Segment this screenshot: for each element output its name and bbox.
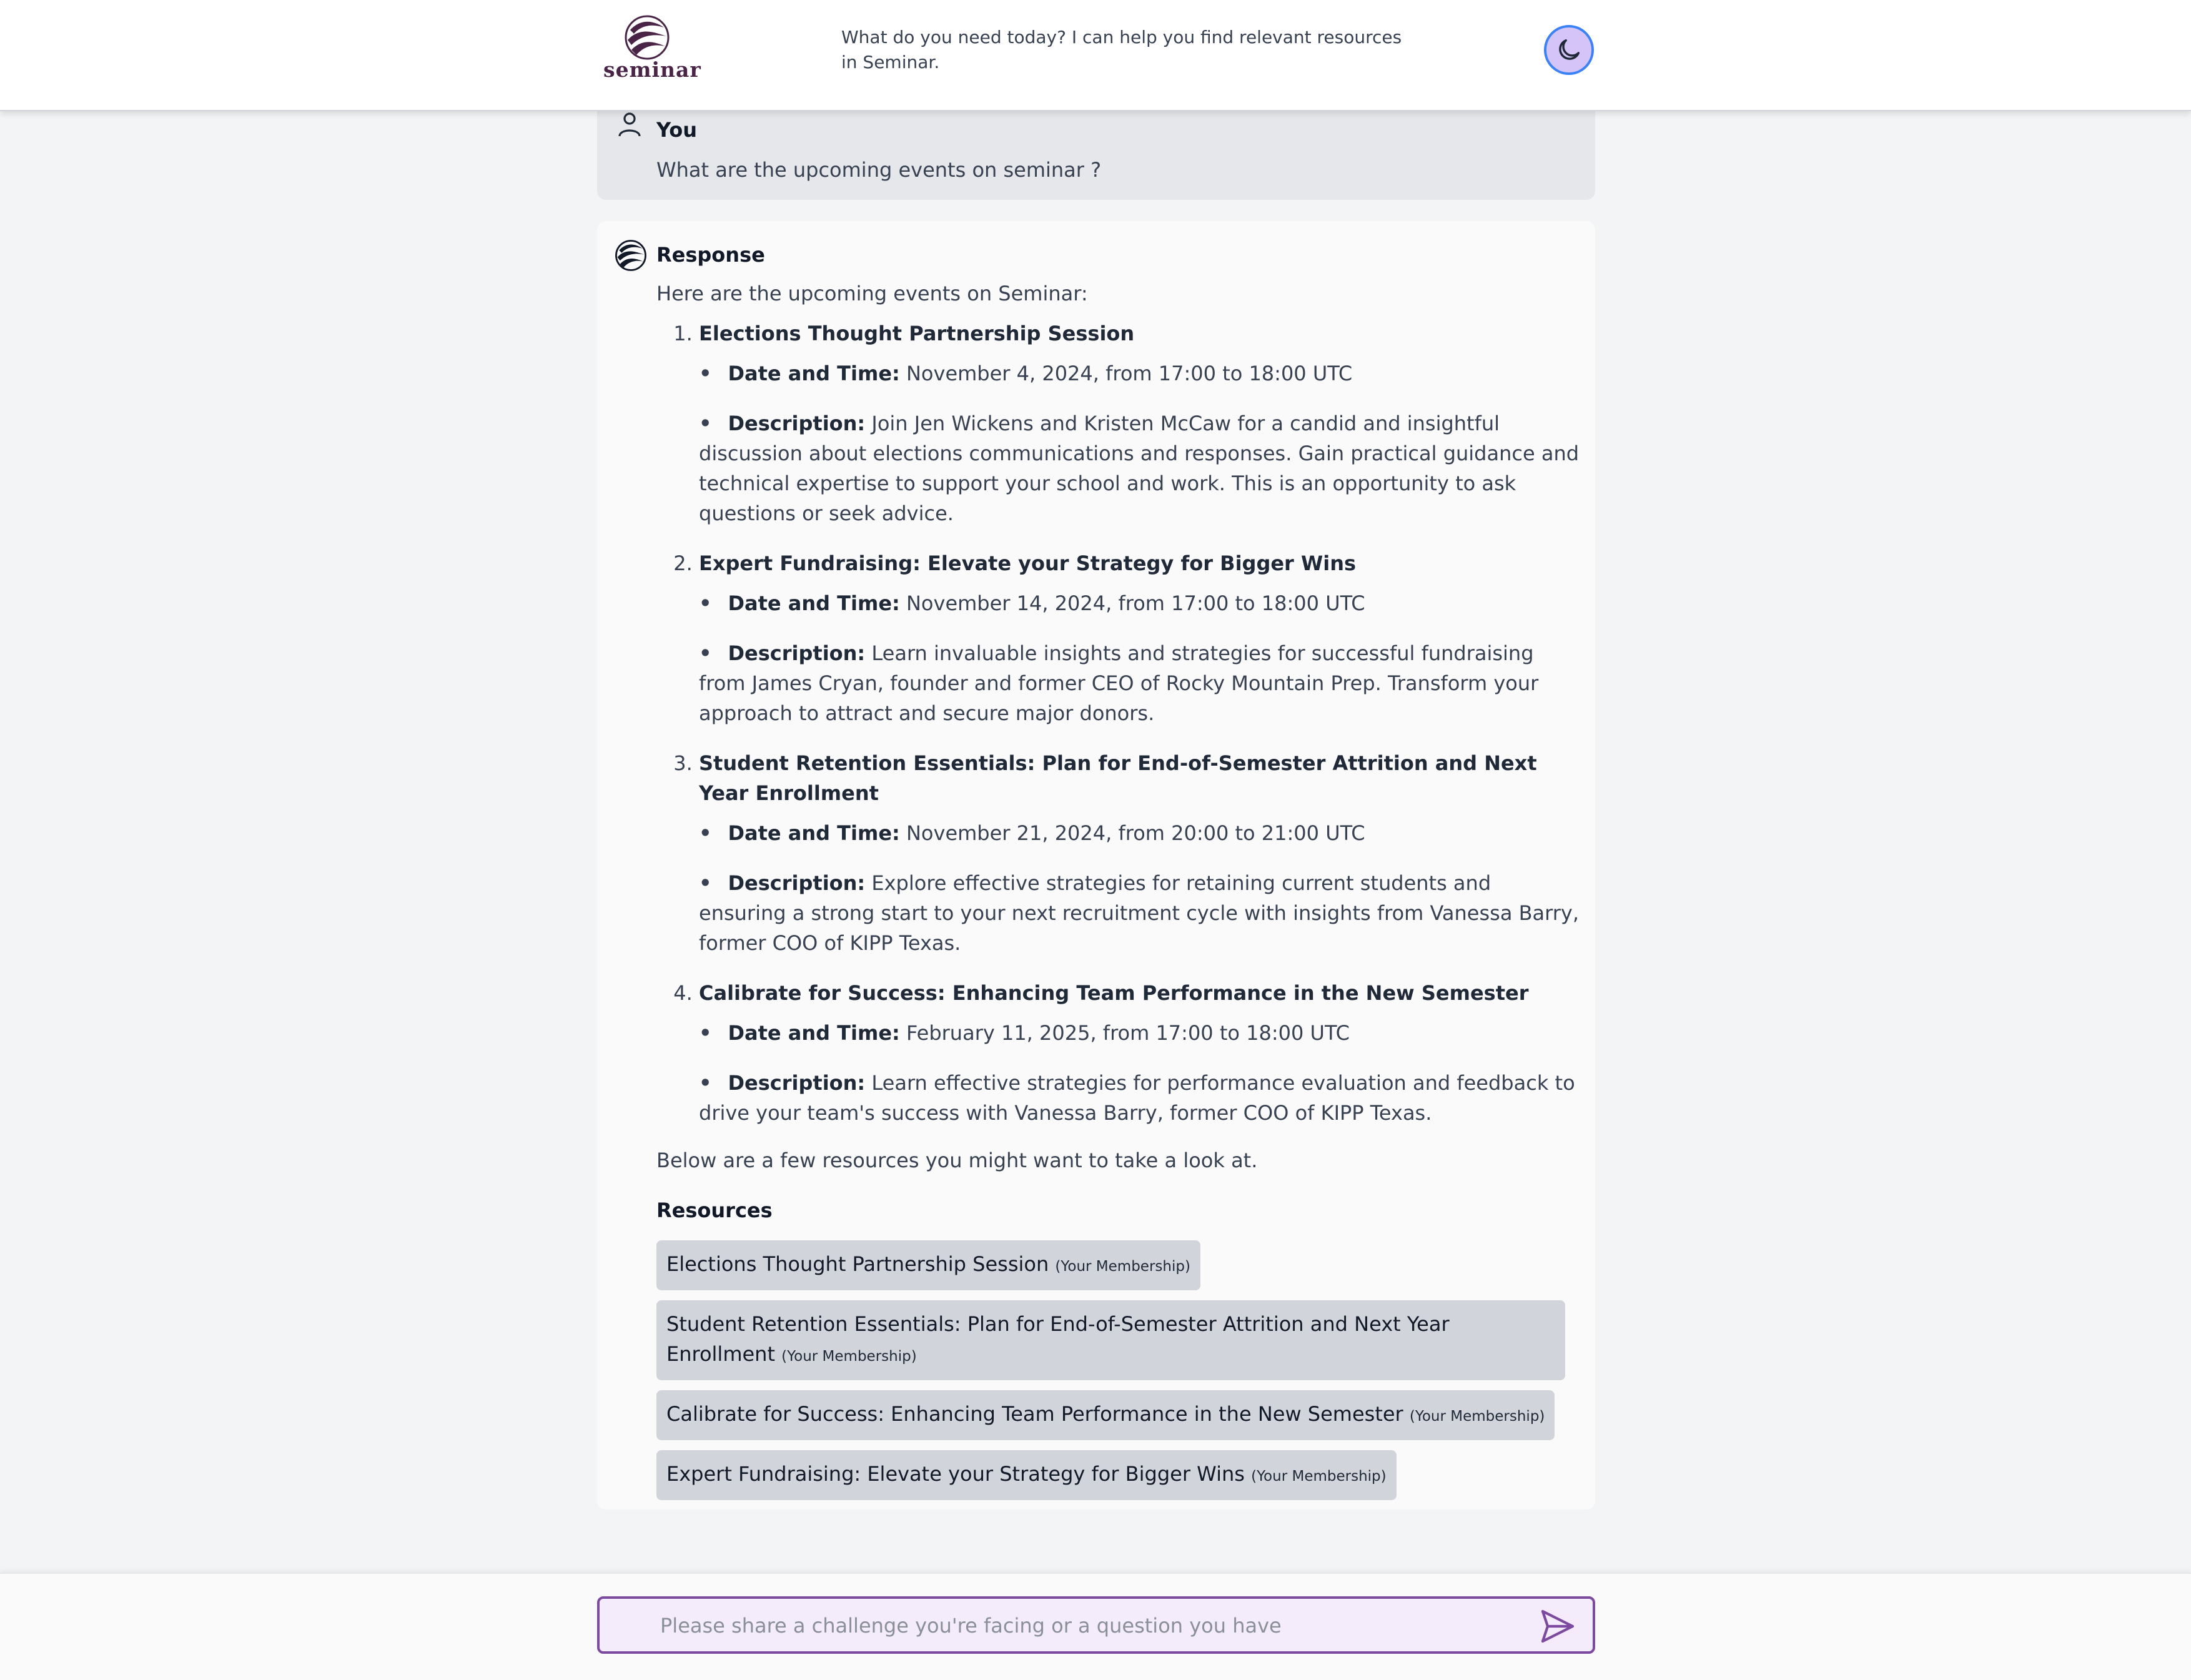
header-prompt-text: What do you need today? I can help you f…: [841, 27, 1402, 72]
event-date: • Date and Time: November 14, 2024, from …: [699, 591, 1365, 615]
user-message: You What are the upcoming events on semi…: [597, 110, 1595, 200]
seminar-logo-icon: [615, 240, 646, 271]
composer: [597, 1596, 1595, 1654]
events-list: Elections Thought Partnership Session •D…: [656, 319, 1581, 1128]
resources-list: Elections Thought Partnership Session (Y…: [656, 1240, 1568, 1510]
top-header: seminar What do you need today? I can he…: [0, 0, 2191, 111]
event-date-label: Date and Time:: [728, 362, 900, 385]
response-intro: Here are the upcoming events on Seminar:: [656, 282, 1088, 305]
resource-chip[interactable]: Student Retention Essentials: Plan for E…: [656, 1300, 1565, 1380]
event-date-label: Date and Time:: [728, 1021, 900, 1045]
resource-tag: (Your Membership): [781, 1348, 917, 1365]
response-author: Response: [656, 243, 765, 267]
event-date: • Date and Time: November 4, 2024, from 1…: [699, 362, 1353, 385]
resource-title: Expert Fundraising: Elevate your Strateg…: [666, 1462, 1245, 1486]
event-item: Expert Fundraising: Elevate your Strateg…: [699, 548, 1581, 728]
event-description-label: Description:: [728, 412, 866, 435]
event-date-label: Date and Time:: [728, 821, 900, 845]
resource-tag: (Your Membership): [1055, 1258, 1190, 1275]
resource-chip[interactable]: Calibrate for Success: Enhancing Team Pe…: [656, 1390, 1555, 1440]
event-description-label: Description:: [728, 641, 866, 665]
user-icon: [618, 112, 641, 137]
response-outro: Below are a few resources you might want…: [656, 1149, 1258, 1172]
event-title: Student Retention Essentials: Plan for E…: [699, 751, 1537, 805]
event-date-value: February 11, 2025, from 17:00 to 18:00 U…: [906, 1021, 1350, 1045]
resource-chip[interactable]: Elections Thought Partnership Session (Y…: [656, 1240, 1200, 1290]
send-icon[interactable]: [1538, 1606, 1578, 1646]
event-item: Student Retention Essentials: Plan for E…: [699, 748, 1581, 958]
message-input[interactable]: [659, 1599, 1511, 1653]
resource-title: Calibrate for Success: Enhancing Team Pe…: [666, 1402, 1403, 1426]
event-item: Elections Thought Partnership Session •D…: [699, 319, 1581, 528]
theme-toggle-button[interactable]: [1544, 25, 1594, 75]
user-message-author: You: [656, 118, 697, 142]
event-description-label: Description:: [728, 871, 866, 895]
resources-heading: Resources: [656, 1198, 773, 1222]
event-date-value: November 4, 2024, from 17:00 to 18:00 UT…: [906, 362, 1353, 385]
resource-tag: (Your Membership): [1409, 1408, 1545, 1425]
event-description: • Description: Explore effective strategi…: [699, 871, 1580, 955]
event-title: Elections Thought Partnership Session: [699, 322, 1135, 345]
resource-chip[interactable]: Expert Fundraising: Elevate your Strateg…: [656, 1450, 1397, 1500]
logo-wordmark: seminar: [603, 57, 701, 82]
event-item: Calibrate for Success: Enhancing Team Pe…: [699, 978, 1581, 1128]
event-description: • Description: Learn invaluable insights …: [699, 641, 1539, 725]
event-date: • Date and Time: November 21, 2024, from …: [699, 821, 1365, 845]
event-date: • Date and Time: February 11, 2025, from …: [699, 1021, 1350, 1045]
resource-tag: (Your Membership): [1251, 1468, 1387, 1485]
assistant-response: Response Here are the upcoming events on…: [597, 221, 1595, 1510]
event-description: • Description: Join Jen Wickens and Krist…: [699, 412, 1580, 525]
event-title: Expert Fundraising: Elevate your Strateg…: [699, 551, 1357, 575]
moon-icon: [1559, 39, 1580, 60]
seminar-logo[interactable]: seminar: [603, 14, 701, 87]
event-date-value: November 14, 2024, from 17:00 to 18:00 U…: [906, 591, 1365, 615]
event-date-value: November 21, 2024, from 20:00 to 21:00 U…: [906, 821, 1365, 845]
event-description-label: Description:: [728, 1071, 866, 1095]
event-title: Calibrate for Success: Enhancing Team Pe…: [699, 981, 1529, 1005]
user-message-text: What are the upcoming events on seminar …: [656, 158, 1102, 182]
event-description: • Description: Learn effective strategies…: [699, 1071, 1575, 1125]
event-date-label: Date and Time:: [728, 591, 900, 615]
composer-bar: [0, 1573, 2191, 1680]
response-body: Here are the upcoming events on Seminar:…: [656, 279, 1581, 1510]
seminar-logo-icon: [625, 15, 670, 60]
resource-title: Elections Thought Partnership Session: [666, 1252, 1049, 1276]
